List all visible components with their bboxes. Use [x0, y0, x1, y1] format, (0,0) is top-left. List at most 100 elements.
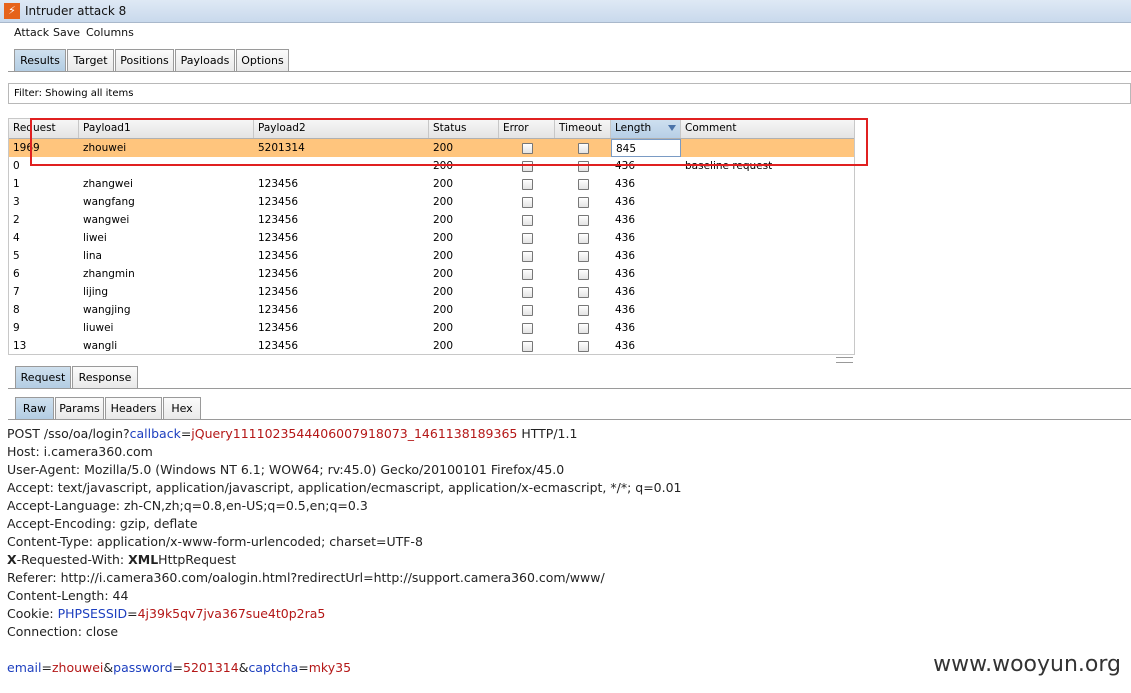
- error-checkbox[interactable]: [522, 179, 533, 190]
- timeout-checkbox[interactable]: [578, 305, 589, 316]
- view-tabs-divider: [8, 419, 1131, 420]
- tab-hex[interactable]: Hex: [163, 397, 201, 419]
- table-row[interactable]: 13 wangli 123456 200 436: [9, 337, 854, 354]
- error-checkbox[interactable]: [522, 215, 533, 226]
- cell-request: 8: [13, 304, 20, 316]
- error-checkbox[interactable]: [522, 305, 533, 316]
- column-comment[interactable]: Comment: [681, 119, 854, 138]
- cell-payload1: wangfang: [83, 196, 135, 208]
- menu-columns[interactable]: Columns: [86, 26, 134, 39]
- cell-payload2: 123456: [258, 322, 299, 334]
- error-checkbox[interactable]: [522, 323, 533, 334]
- header-user-agent: User-Agent: Mozilla/5.0 (Windows NT 6.1;…: [7, 462, 565, 477]
- error-checkbox[interactable]: [522, 233, 533, 244]
- table-row[interactable]: 0 200 436 baseline request: [9, 157, 854, 175]
- table-row[interactable]: 1 zhangwei 123456 200 436: [9, 175, 854, 193]
- request-line-path: POST /sso/oa/login?: [7, 426, 130, 441]
- cell-comment: [681, 193, 854, 211]
- cell-length: 436: [615, 268, 636, 280]
- error-checkbox[interactable]: [522, 251, 533, 262]
- callback-param-name: callback: [129, 426, 181, 441]
- timeout-checkbox[interactable]: [578, 161, 589, 172]
- cell-payload1: zhangwei: [83, 178, 133, 190]
- timeout-checkbox[interactable]: [578, 215, 589, 226]
- header-referer: Referer: http://i.camera360.com/oalogin.…: [7, 570, 605, 585]
- error-checkbox[interactable]: [522, 143, 533, 154]
- cell-request: 4: [13, 232, 20, 244]
- cell-request: 3: [13, 196, 20, 208]
- cell-status: 200: [433, 214, 454, 226]
- error-checkbox[interactable]: [522, 287, 533, 298]
- menu-attack[interactable]: Attack: [14, 26, 49, 39]
- table-row[interactable]: 5 lina 123456 200 436: [9, 247, 854, 265]
- timeout-checkbox[interactable]: [578, 251, 589, 262]
- error-checkbox[interactable]: [522, 341, 533, 352]
- error-checkbox[interactable]: [522, 197, 533, 208]
- tab-results[interactable]: Results: [14, 49, 66, 71]
- cell-request: 6: [13, 268, 20, 280]
- detail-tabs: Request Response: [15, 366, 145, 389]
- header-accept-language: Accept-Language: zh-CN,zh;q=0.8,en-US;q=…: [7, 498, 368, 513]
- cell-payload1: wangjing: [83, 304, 131, 316]
- tab-positions[interactable]: Positions: [115, 49, 174, 71]
- timeout-checkbox[interactable]: [578, 143, 589, 154]
- table-row[interactable]: 3 wangfang 123456 200 436: [9, 193, 854, 211]
- cell-payload1: liuwei: [83, 322, 114, 334]
- column-timeout[interactable]: Timeout: [555, 119, 611, 138]
- tab-response[interactable]: Response: [72, 366, 138, 388]
- timeout-checkbox[interactable]: [578, 233, 589, 244]
- tab-request[interactable]: Request: [15, 366, 71, 388]
- tab-options[interactable]: Options: [236, 49, 289, 71]
- header-content-type: Content-Type: application/x-www-form-url…: [7, 534, 423, 549]
- cell-length: 436: [615, 340, 636, 352]
- tab-headers[interactable]: Headers: [105, 397, 162, 419]
- table-row[interactable]: 2 wangwei 123456 200 436: [9, 211, 854, 229]
- column-payload1[interactable]: Payload1: [79, 119, 254, 138]
- timeout-checkbox[interactable]: [578, 287, 589, 298]
- timeout-checkbox[interactable]: [578, 323, 589, 334]
- cell-status: 200: [433, 196, 454, 208]
- cell-payload2: 5201314: [258, 142, 305, 154]
- table-row[interactable]: 6 zhangmin 123456 200 436: [9, 265, 854, 283]
- cell-payload2: 123456: [258, 178, 299, 190]
- error-checkbox[interactable]: [522, 269, 533, 280]
- callback-eq: =: [180, 426, 192, 441]
- cell-comment: [681, 139, 854, 157]
- table-row[interactable]: 9 liuwei 123456 200 436: [9, 319, 854, 337]
- tab-target[interactable]: Target: [67, 49, 114, 71]
- split-pane-grip[interactable]: [836, 357, 853, 363]
- column-error[interactable]: Error: [499, 119, 555, 138]
- tab-params[interactable]: Params: [55, 397, 104, 419]
- column-length[interactable]: Length: [611, 119, 681, 138]
- watermark: www.wooyun.org: [933, 652, 1121, 677]
- x-requested-x: X: [7, 552, 17, 567]
- tabs-divider: [8, 71, 1131, 72]
- cell-request: 5: [13, 250, 20, 262]
- error-checkbox[interactable]: [522, 161, 533, 172]
- cell-length: 436: [615, 232, 636, 244]
- table-row[interactable]: 8 wangjing 123456 200 436: [9, 301, 854, 319]
- timeout-checkbox[interactable]: [578, 179, 589, 190]
- filter-bar[interactable]: Filter: Showing all items: [8, 83, 1131, 104]
- cell-status: 200: [433, 178, 454, 190]
- cell-payload2: [254, 157, 429, 175]
- timeout-checkbox[interactable]: [578, 197, 589, 208]
- tab-payloads[interactable]: Payloads: [175, 49, 235, 71]
- cell-comment: [681, 319, 854, 337]
- raw-request-editor[interactable]: POST /sso/oa/login?callback=jQuery111102…: [7, 425, 1127, 677]
- cell-payload1: zhangmin: [83, 268, 135, 280]
- cell-comment: [681, 211, 854, 229]
- column-payload2[interactable]: Payload2: [254, 119, 429, 138]
- timeout-checkbox[interactable]: [578, 269, 589, 280]
- menu-save[interactable]: Save: [53, 26, 80, 39]
- cookie-name: PHPSESSID: [57, 606, 128, 621]
- column-status[interactable]: Status: [429, 119, 499, 138]
- table-row[interactable]: 4 liwei 123456 200 436: [9, 229, 854, 247]
- cell-length: 436: [615, 214, 636, 226]
- tab-raw[interactable]: Raw: [15, 397, 54, 419]
- table-row[interactable]: 1969 zhouwei 5201314 200 845: [9, 139, 854, 157]
- column-request[interactable]: Request: [9, 119, 79, 138]
- timeout-checkbox[interactable]: [578, 341, 589, 352]
- table-row[interactable]: 7 lijing 123456 200 436: [9, 283, 854, 301]
- window-title: Intruder attack 8: [25, 4, 127, 18]
